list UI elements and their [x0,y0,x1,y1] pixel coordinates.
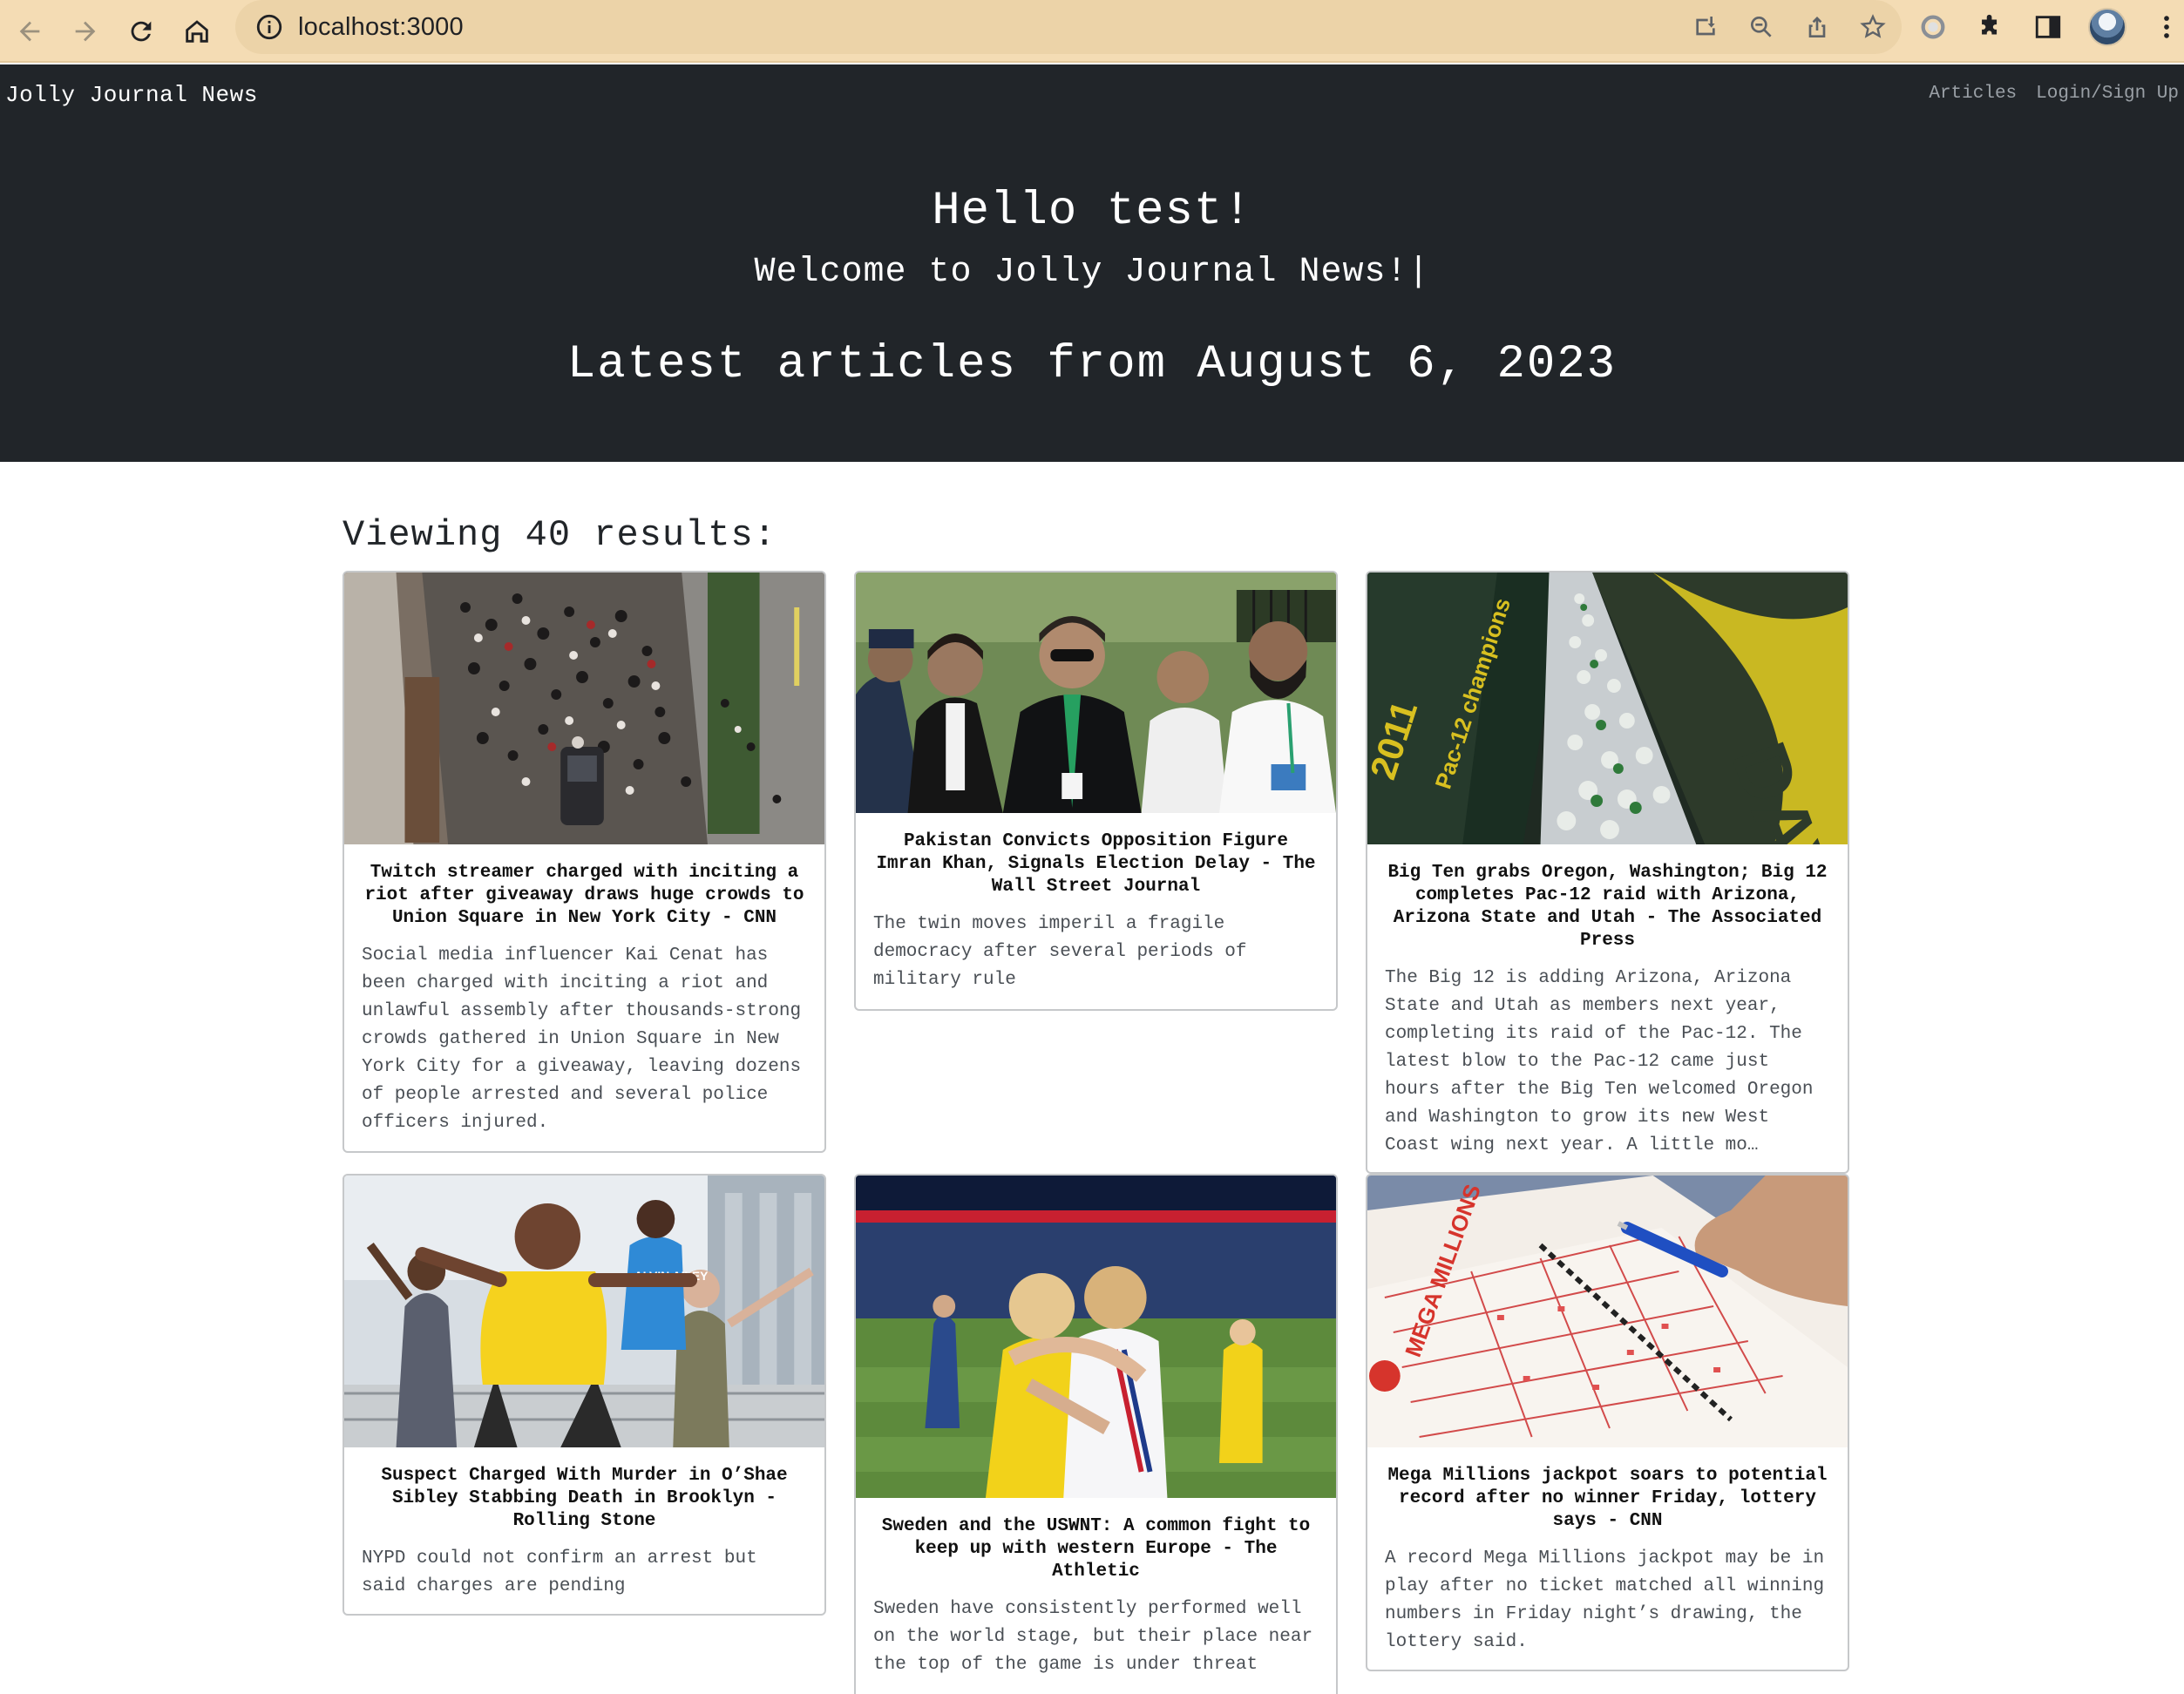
home-button[interactable] [174,9,220,54]
article-image-lottery: MEGA MILLIONS [1367,1176,1848,1447]
article-description: The twin moves imperil a fragile democra… [873,914,1247,990]
nav-link-login[interactable]: Login/Sign Up [2036,84,2179,104]
article-image-soccer [856,1176,1336,1498]
browser-menu-button[interactable] [2149,10,2184,44]
article-title[interactable]: Pakistan Convicts Opposition Figure Imra… [856,830,1336,898]
greeting-heading: Hello test! [932,185,1252,238]
back-button[interactable] [7,9,52,54]
zoom-button[interactable] [1745,10,1778,44]
install-icon [1696,17,1715,36]
site-brand[interactable]: Jolly Journal News [5,82,258,108]
extension-button[interactable] [1916,10,1950,44]
article-title[interactable]: Mega Millions jackpot soars to potential… [1367,1465,1848,1533]
extensions-menu-button[interactable] [1973,10,2008,44]
article-image-politics [856,573,1336,813]
welcome-text: Welcome to Jolly Journal News!| [754,253,1430,292]
star-icon [1860,14,1886,38]
circle-extension-icon [1921,15,1945,39]
share-button[interactable] [1801,10,1834,44]
article-card[interactable]: ALVIN AILEY Suspect Charged With Murder … [343,1174,826,1616]
browser-toolbar: localhost:3000 [0,0,2184,63]
reload-icon [131,21,152,42]
article-card[interactable]: Twitch streamer charged with inciting a … [343,571,826,1153]
puzzle-icon [1982,14,1997,35]
article-title[interactable]: Sweden and the USWNT: A common fight to … [856,1515,1336,1583]
article-description: Sweden have consistently performed well … [873,1599,1313,1675]
bookmark-button[interactable] [1856,10,1889,44]
article-image-crowd [344,573,824,844]
article-description: NYPD could not confirm an arrest but sai… [362,1548,757,1596]
kebab-menu-icon [2164,16,2169,38]
article-description: A record Mega Millions jackpot may be in… [1385,1548,1825,1652]
share-icon [1808,17,1826,37]
article-card[interactable]: MEGA MILLIONS Mega Millions jackpot soar… [1366,1174,1849,1671]
article-image-dancers: ALVIN AILEY [344,1176,824,1447]
article-image-football: DAY 2011 Pac-12 champions [1367,573,1848,844]
address-bar[interactable]: localhost:3000 [235,0,1902,54]
article-card[interactable]: Sweden and the USWNT: A common fight to … [854,1174,1338,1694]
article-card[interactable]: Pakistan Convicts Opposition Figure Imra… [854,571,1338,1011]
article-description: The Big 12 is adding Arizona, Arizona St… [1385,968,1814,1155]
url-text: localhost:3000 [298,12,464,41]
article-description: Social media influencer Kai Cenat has be… [362,945,802,1133]
install-app-button[interactable] [1689,10,1722,44]
arrow-right-icon [75,21,96,42]
info-icon [256,14,282,40]
home-icon [186,20,208,43]
forward-button[interactable] [63,9,108,54]
article-title[interactable]: Twitch streamer charged with inciting a … [344,862,824,930]
reload-button[interactable] [119,9,164,54]
article-title[interactable]: Suspect Charged With Murder in O’Shae Si… [344,1465,824,1533]
site-header: Jolly Journal News Articles Login/Sign U… [0,64,2184,462]
latest-articles-heading: Latest articles from August 6, 2023 [566,338,1618,391]
article-card[interactable]: DAY 2011 Pac-12 champions Big Ten grabs … [1366,571,1849,1174]
arrow-left-icon [19,21,40,42]
side-panel-button[interactable] [2031,10,2065,44]
profile-avatar[interactable] [2088,8,2126,46]
side-panel-icon [2035,16,2061,38]
nav-link-articles[interactable]: Articles [1929,84,2017,104]
site-nav: Articles Login/Sign Up [1929,84,2179,104]
zoom-out-icon [1751,17,1772,37]
results-count-heading: Viewing 40 results: [343,514,777,556]
article-title[interactable]: Big Ten grabs Oregon, Washington; Big 12… [1367,862,1848,952]
